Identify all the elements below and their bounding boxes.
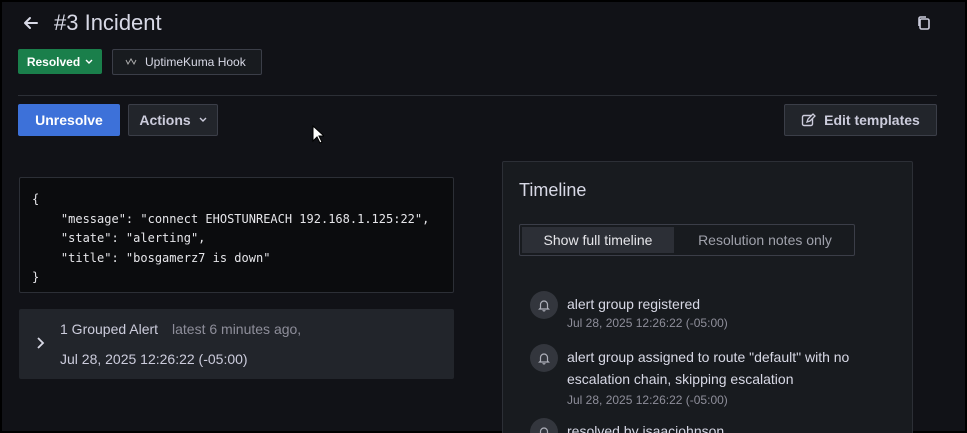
status-dropdown[interactable]: Resolved [18, 49, 102, 74]
unresolve-button[interactable]: Unresolve [18, 104, 120, 136]
grouped-alerts-panel[interactable]: 1 Grouped Alert latest 6 minutes ago, Ju… [19, 309, 454, 379]
integration-tag[interactable]: UptimeKuma Hook [112, 49, 262, 75]
payload-line: { [32, 192, 40, 206]
header-divider [18, 95, 937, 96]
bell-icon [530, 344, 558, 372]
uptime-kuma-logo-icon [125, 58, 137, 66]
payload-line: "state": "alerting", [32, 231, 206, 245]
status-label: Resolved [26, 54, 81, 69]
edit-templates-button[interactable]: Edit templates [784, 104, 937, 136]
event-text: alert group registered [567, 296, 701, 312]
event-time: Jul 28, 2025 12:26:22 (-05:00) [567, 393, 728, 407]
integration-label: UptimeKuma Hook [145, 55, 246, 69]
bell-icon [530, 291, 558, 319]
event-text: alert group assigned to route "default" … [567, 349, 850, 387]
timeline-filter: Show full timeline Resolution notes only [519, 224, 855, 256]
grouped-alert-date: Jul 28, 2025 12:26:22 (-05:00) [60, 351, 248, 367]
page-title: #3 Incident [54, 10, 162, 35]
mouse-cursor-icon [312, 125, 324, 144]
payload-line: "title": "bosgamerz7 is down" [32, 250, 271, 265]
actions-dropdown-button[interactable]: Actions [128, 104, 218, 136]
tab-resolution-notes[interactable]: Resolution notes only [678, 227, 852, 253]
timeline-title: Timeline [519, 180, 587, 200]
copy-icon[interactable] [915, 14, 933, 32]
alert-payload-code[interactable]: { "message": "connect EHOSTUNREACH 192.1… [19, 177, 454, 293]
actions-label: Actions [139, 112, 191, 128]
tab-full-timeline[interactable]: Show full timeline [522, 227, 674, 253]
edit-templates-label: Edit templates [824, 112, 920, 128]
chevron-down-icon [199, 117, 207, 122]
grouped-alert-latest: latest 6 minutes ago, [172, 321, 302, 337]
edit-icon [801, 112, 817, 126]
payload-line: } [32, 270, 40, 284]
event-text: resolved by isaacjohnson [567, 423, 725, 433]
chevron-down-icon [85, 59, 93, 64]
event-time: Jul 28, 2025 12:26:22 (-05:00) [567, 316, 728, 330]
payload-line: "message": "connect EHOSTUNREACH 192.168… [32, 211, 430, 226]
back-arrow-icon[interactable] [20, 12, 42, 34]
grouped-alert-count: 1 Grouped Alert [60, 321, 159, 337]
bell-icon [530, 418, 558, 433]
chevron-right-icon[interactable] [33, 336, 47, 350]
timeline-panel: Timeline Show full timeline Resolution n… [502, 161, 913, 433]
